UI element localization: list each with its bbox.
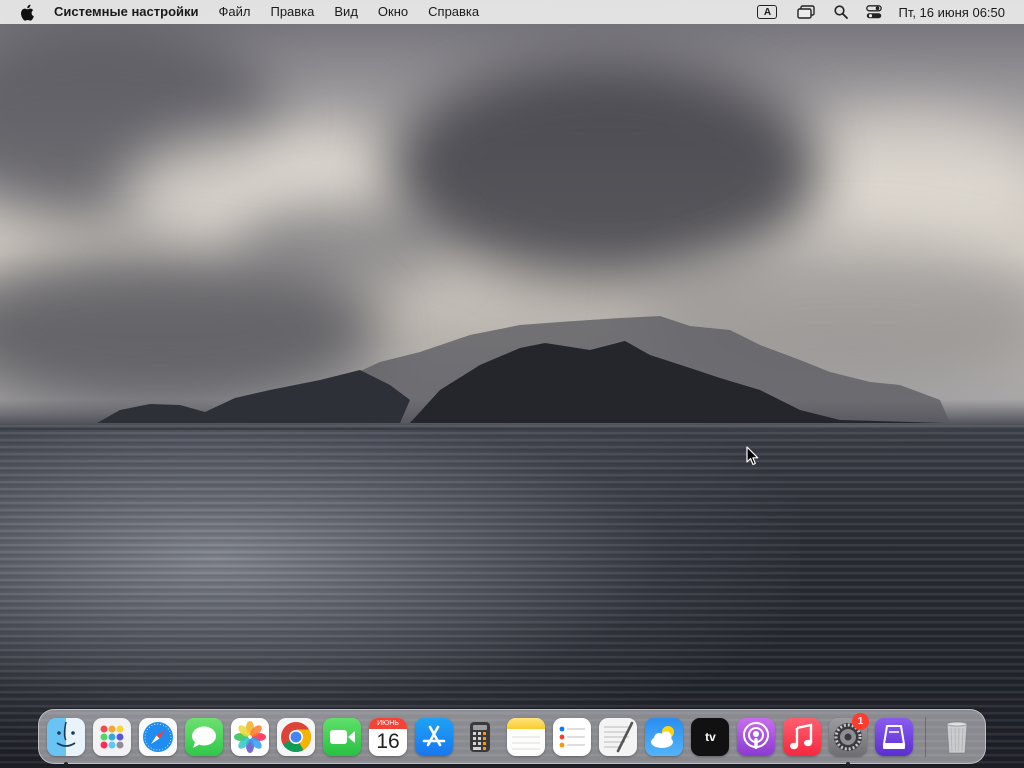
- apple-tv-icon: tv: [691, 717, 729, 756]
- messages-icon: [185, 717, 223, 756]
- control-center-icon[interactable]: [856, 0, 892, 24]
- safari-icon: [139, 717, 177, 756]
- weather-icon: [645, 717, 683, 756]
- desktop-wallpaper: [0, 0, 1024, 768]
- menu-help[interactable]: Справка: [418, 0, 489, 24]
- mouse-pointer-icon: [746, 446, 759, 466]
- dock-app-facetime[interactable]: [319, 714, 365, 760]
- dock-app-reminders[interactable]: [549, 714, 595, 760]
- reminders-icon: [553, 717, 591, 756]
- dock-app-podcasts[interactable]: [733, 714, 779, 760]
- utility-icon: [875, 717, 913, 756]
- dock-app-music[interactable]: [779, 714, 825, 760]
- dock-app-weather[interactable]: [641, 714, 687, 760]
- dock-app-chrome[interactable]: [273, 714, 319, 760]
- spotlight-search-icon[interactable]: [826, 0, 856, 24]
- dock-app-finder[interactable]: [43, 714, 89, 766]
- dock-app-photos[interactable]: [227, 714, 273, 760]
- dock-app-launchpad[interactable]: [89, 714, 135, 760]
- finder-icon: [47, 717, 85, 756]
- launchpad-icon: [93, 717, 131, 756]
- music-icon: [783, 717, 821, 756]
- menu-bar: Системные настройки Файл Правка Вид Окно…: [0, 0, 1024, 24]
- dock-separator: [925, 716, 926, 757]
- menu-edit[interactable]: Правка: [260, 0, 324, 24]
- dock-app-safari[interactable]: [135, 714, 181, 760]
- chrome-icon: [277, 717, 315, 756]
- app-menu[interactable]: Системные настройки: [52, 0, 209, 24]
- dock-app-system-settings[interactable]: 1: [825, 712, 871, 766]
- dock-app-textedit[interactable]: [595, 714, 641, 760]
- menubar-clock[interactable]: Пт, 16 июня 06:50: [898, 5, 1005, 20]
- menu-window[interactable]: Окно: [368, 0, 418, 24]
- menu-view[interactable]: Вид: [324, 0, 368, 24]
- apple-menu-icon[interactable]: [17, 0, 37, 24]
- dock-app-utility[interactable]: [871, 714, 917, 760]
- island-silhouette: [97, 316, 950, 423]
- dock-app-apple-tv[interactable]: tv: [687, 714, 733, 760]
- dock-app-messages[interactable]: [181, 714, 227, 760]
- dock-app-calendar[interactable]: ИЮНЬ 16: [365, 714, 411, 760]
- photos-icon: [231, 717, 269, 756]
- podcasts-icon: [737, 717, 775, 756]
- trash-icon: [938, 718, 976, 756]
- notification-badge: 1: [852, 712, 869, 730]
- notes-icon: [507, 717, 545, 756]
- calendar-icon: ИЮНЬ 16: [369, 717, 407, 756]
- menu-file[interactable]: Файл: [209, 0, 261, 24]
- facetime-icon: [323, 717, 361, 756]
- screen-mirroring-icon[interactable]: [786, 0, 826, 24]
- input-source-icon[interactable]: A: [748, 0, 786, 24]
- textedit-icon: [599, 717, 637, 756]
- dock-app-calculator[interactable]: [457, 714, 503, 760]
- dock-app-notes[interactable]: [503, 714, 549, 760]
- dock-app-trash[interactable]: [934, 714, 980, 760]
- dock-app-app-store[interactable]: [411, 714, 457, 760]
- dock: ИЮНЬ 16 tv 1: [38, 709, 986, 766]
- running-indicator: [846, 761, 850, 766]
- app-store-icon: [415, 717, 453, 756]
- calculator-icon: [461, 718, 499, 756]
- running-indicator: [64, 761, 68, 766]
